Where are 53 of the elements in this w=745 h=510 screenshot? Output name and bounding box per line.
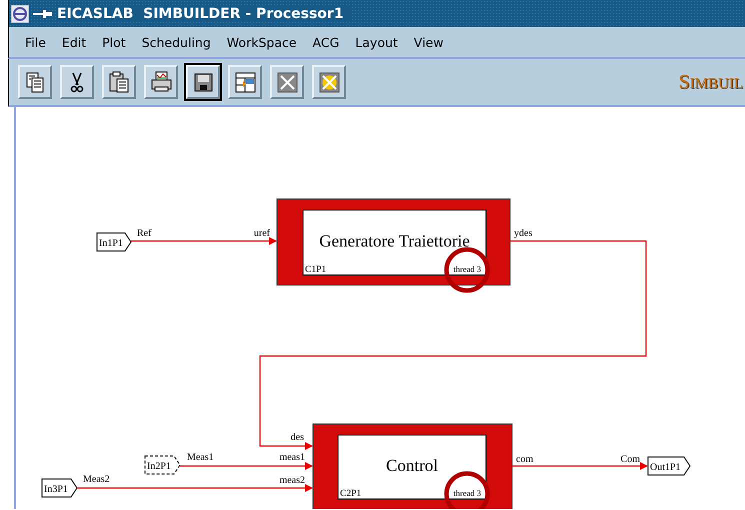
toolbar-button[interactable] <box>102 65 136 99</box>
function-block[interactable] <box>312 424 512 509</box>
signal-label: Com <box>620 454 640 465</box>
signal-label: meas2 <box>279 475 305 486</box>
close-all-icon <box>319 72 339 92</box>
window-layout-icon <box>235 72 255 92</box>
toolbar-button[interactable] <box>312 65 346 99</box>
window-title: EICASLAB SIMBUILDER - Processor1 <box>57 6 350 22</box>
function-block[interactable] <box>276 198 510 286</box>
toolbar-button[interactable] <box>186 65 220 99</box>
toolbar-button[interactable] <box>270 65 304 99</box>
signal-line[interactable] <box>77 484 313 492</box>
thread-label: thread 3 <box>453 264 481 274</box>
port-node[interactable]: Out1P1 <box>648 456 691 476</box>
block-title: Control <box>386 456 438 475</box>
thread-label: thread 3 <box>453 488 481 498</box>
block-title: Generatore Traiettorie <box>319 232 470 250</box>
menu-item[interactable]: ACG <box>304 32 348 52</box>
signal-line[interactable] <box>512 462 648 470</box>
menu-item[interactable]: File <box>17 32 54 52</box>
copy-icon <box>26 72 43 92</box>
menu-item[interactable]: WorkSpace <box>218 32 305 52</box>
signal-label: Meas2 <box>83 474 110 485</box>
pin-icon[interactable] <box>33 8 53 18</box>
signal-label: ydes <box>514 228 532 239</box>
close-icon <box>277 72 297 92</box>
block-id: C1P1 <box>305 265 326 275</box>
menu-item[interactable]: Layout <box>347 32 406 52</box>
port-node[interactable]: In3P1 <box>42 478 78 498</box>
menu-item[interactable]: Scheduling <box>134 32 219 52</box>
paste-icon <box>109 71 128 92</box>
toolbar-button[interactable] <box>18 65 52 99</box>
signal-line[interactable] <box>180 462 313 470</box>
signal-label: Ref <box>137 228 152 239</box>
signal-label: meas1 <box>279 452 305 463</box>
signal-label: uref <box>254 228 270 239</box>
toolbar-button[interactable] <box>144 65 178 99</box>
app-icon[interactable] <box>11 4 29 22</box>
menu-item[interactable]: Plot <box>94 32 134 52</box>
scissors-icon <box>70 72 83 92</box>
port-node[interactable]: In1P1 <box>96 232 132 252</box>
toolbar-button[interactable] <box>228 65 262 99</box>
toolbar-button[interactable] <box>60 65 94 99</box>
menu-item[interactable]: Edit <box>54 32 94 52</box>
printer-icon <box>151 71 171 91</box>
block-id: C2P1 <box>340 489 362 499</box>
signal-label: des <box>290 432 304 443</box>
signal-line[interactable] <box>131 237 277 245</box>
signal-label: com <box>516 454 534 465</box>
port-node[interactable]: In2P1 <box>144 456 181 474</box>
signal-label: Meas1 <box>187 452 214 463</box>
app-logo: SIMBUIL <box>678 70 743 94</box>
menu-item[interactable]: View <box>406 32 452 52</box>
